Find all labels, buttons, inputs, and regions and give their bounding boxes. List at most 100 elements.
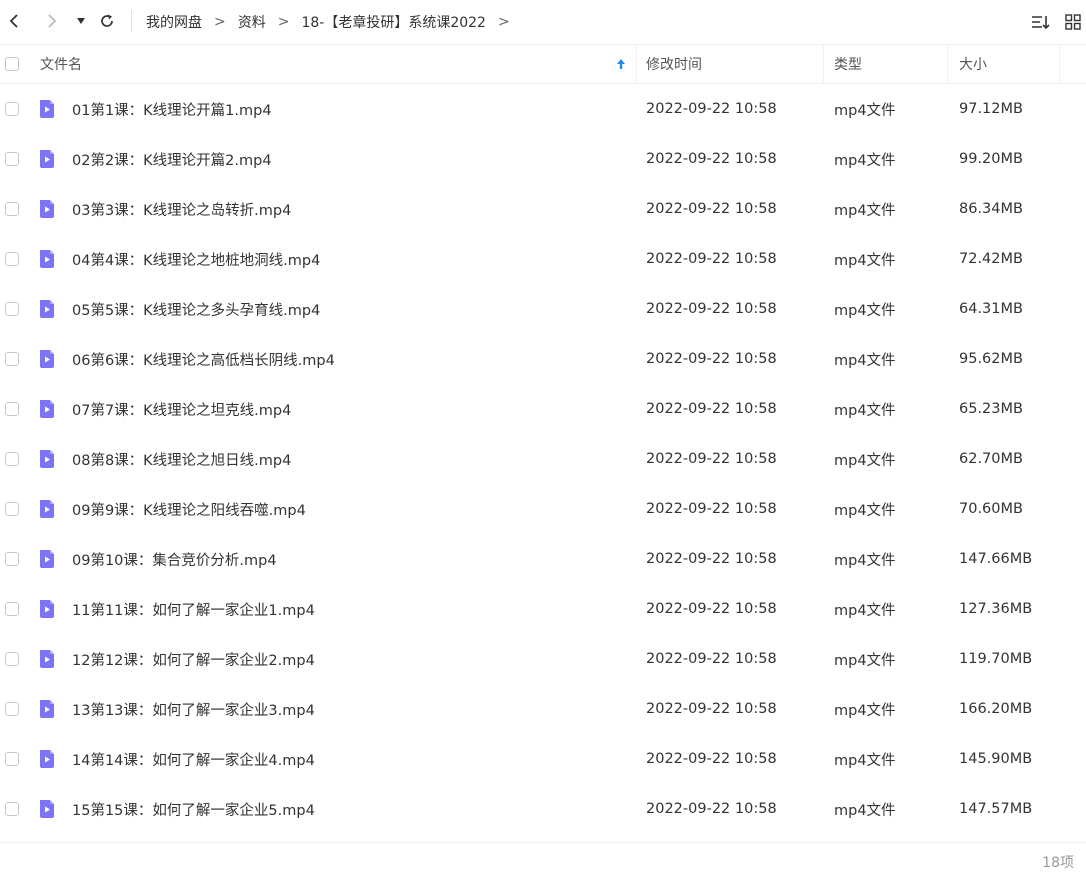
table-row[interactable]: 13第13课：如何了解一家企业3.mp4 2022-09-22 10:58 mp4文… (0, 684, 1086, 734)
video-file-icon (40, 800, 54, 818)
file-type: mp4文件 (834, 802, 896, 819)
file-name[interactable]: 15第15课：如何了解一家企业5.mp4 (72, 784, 315, 834)
file-type: mp4文件 (834, 552, 896, 569)
file-size: 86.34MB (959, 201, 1023, 217)
row-checkbox[interactable] (5, 502, 19, 516)
file-name[interactable]: 01第1课：K线理论开篇1.mp4 (72, 84, 272, 134)
row-checkbox[interactable] (5, 552, 19, 566)
table-row[interactable]: 04第4课：K线理论之地桩地洞线.mp4 2022-09-22 10:58 mp4文… (0, 234, 1086, 284)
table-row[interactable]: 09第9课：K线理论之阳线吞噬.mp4 2022-09-22 10:58 mp4文件… (0, 484, 1086, 534)
video-file-icon (40, 350, 54, 368)
column-header-size[interactable]: 大小 (959, 45, 987, 83)
file-size: 95.62MB (959, 351, 1023, 367)
breadcrumb-item-root[interactable]: 我的网盘 (146, 12, 202, 32)
file-name[interactable]: 06第6课：K线理论之高低档长阴线.mp4 (72, 334, 335, 384)
file-name[interactable]: 02第2课：K线理论开篇2.mp4 (72, 134, 272, 184)
video-file-icon (40, 550, 54, 568)
file-name[interactable]: 03第3课：K线理论之岛转折.mp4 (72, 184, 291, 234)
file-name[interactable]: 11第11课：如何了解一家企业1.mp4 (72, 584, 315, 634)
table-row[interactable]: 08第8课：K线理论之旭日线.mp4 2022-09-22 10:58 mp4文件 6… (0, 434, 1086, 484)
file-type: mp4文件 (834, 352, 896, 369)
refresh-icon (101, 14, 113, 27)
sort-button[interactable] (1030, 10, 1052, 34)
column-header-type[interactable]: 类型 (834, 45, 862, 83)
row-checkbox[interactable] (5, 252, 19, 266)
file-name[interactable]: 09第9课：K线理论之阳线吞噬.mp4 (72, 484, 306, 534)
table-row[interactable]: 05第5课：K线理论之多头孕育线.mp4 2022-09-22 10:58 mp4文… (0, 284, 1086, 334)
file-type: mp4文件 (834, 202, 896, 219)
file-name[interactable]: 09第10课：集合竞价分析.mp4 (72, 534, 277, 584)
file-name[interactable]: 07第7课：K线理论之坦克线.mp4 (72, 384, 291, 434)
breadcrumb-item-current[interactable]: 18-【老章投研】系统课2022 (301, 12, 486, 32)
file-modified-time: 2022-09-22 10:58 (646, 301, 777, 317)
sort-arrow-button[interactable] (616, 45, 626, 83)
file-modified-time: 2022-09-22 10:58 (646, 451, 777, 467)
video-file-icon (40, 450, 54, 468)
file-size: 99.20MB (959, 151, 1023, 167)
row-checkbox[interactable] (5, 152, 19, 166)
history-dropdown[interactable] (74, 8, 88, 34)
column-divider (636, 45, 637, 83)
table-row[interactable]: 12第12课：如何了解一家企业2.mp4 2022-09-22 10:58 mp4文… (0, 634, 1086, 684)
table-row[interactable]: 09第10课：集合竞价分析.mp4 2022-09-22 10:58 mp4文件 14… (0, 534, 1086, 584)
breadcrumb-item-materials[interactable]: 资料 (238, 12, 266, 32)
video-file-icon (40, 200, 54, 218)
file-type: mp4文件 (834, 102, 896, 119)
table-row[interactable]: 01第1课：K线理论开篇1.mp4 2022-09-22 10:58 mp4文件 97… (0, 84, 1086, 134)
row-checkbox[interactable] (5, 752, 19, 766)
item-count: 18项 (1042, 855, 1074, 871)
file-name[interactable]: 04第4课：K线理论之地桩地洞线.mp4 (72, 234, 320, 284)
video-file-icon (40, 400, 54, 418)
file-modified-time: 2022-09-22 10:58 (646, 351, 777, 367)
row-checkbox[interactable] (5, 702, 19, 716)
row-checkbox[interactable] (5, 352, 19, 366)
view-toggle-button[interactable] (1062, 10, 1084, 34)
file-type: mp4文件 (834, 602, 896, 619)
file-size: 70.60MB (959, 501, 1023, 517)
table-row[interactable]: 15第15课：如何了解一家企业5.mp4 2022-09-22 10:58 mp4文… (0, 784, 1086, 834)
file-modified-time: 2022-09-22 10:58 (646, 551, 777, 567)
file-type: mp4文件 (834, 452, 896, 469)
table-row[interactable]: 11第11课：如何了解一家企业1.mp4 2022-09-22 10:58 mp4文… (0, 584, 1086, 634)
file-name[interactable]: 08第8课：K线理论之旭日线.mp4 (72, 434, 291, 484)
file-size: 72.42MB (959, 251, 1023, 267)
table-row[interactable]: 06第6课：K线理论之高低档长阴线.mp4 2022-09-22 10:58 mp4… (0, 334, 1086, 384)
table-row[interactable]: 03第3课：K线理论之岛转折.mp4 2022-09-22 10:58 mp4文件 8… (0, 184, 1086, 234)
column-header-name[interactable]: 文件名 (40, 45, 82, 83)
table-row[interactable]: 02第2课：K线理论开篇2.mp4 2022-09-22 10:58 mp4文件 99… (0, 134, 1086, 184)
select-all-checkbox[interactable] (5, 57, 19, 71)
back-button[interactable] (4, 8, 24, 34)
file-name[interactable]: 13第13课：如何了解一家企业3.mp4 (72, 684, 315, 734)
file-size: 145.90MB (959, 751, 1033, 767)
file-modified-time: 2022-09-22 10:58 (646, 401, 777, 417)
table-row[interactable]: 07第7课：K线理论之坦克线.mp4 2022-09-22 10:58 mp4文件 6… (0, 384, 1086, 434)
forward-button[interactable] (42, 8, 62, 34)
file-size: 147.66MB (959, 551, 1033, 567)
caret-down-icon (77, 18, 85, 24)
file-modified-time: 2022-09-22 10:58 (646, 151, 777, 167)
video-file-icon (40, 250, 54, 268)
row-checkbox[interactable] (5, 102, 19, 116)
row-checkbox[interactable] (5, 802, 19, 816)
file-name[interactable]: 05第5课：K线理论之多头孕育线.mp4 (72, 284, 320, 334)
video-file-icon (40, 300, 54, 318)
row-checkbox[interactable] (5, 302, 19, 316)
row-checkbox[interactable] (5, 602, 19, 616)
refresh-button[interactable] (96, 8, 118, 34)
file-modified-time: 2022-09-22 10:58 (646, 601, 777, 617)
column-divider (823, 45, 824, 83)
chevron-right-icon (48, 14, 57, 28)
row-checkbox[interactable] (5, 402, 19, 416)
table-header: 文件名 修改时间 类型 大小 (0, 44, 1086, 84)
file-name[interactable]: 14第14课：如何了解一家企业4.mp4 (72, 734, 315, 784)
file-type: mp4文件 (834, 152, 896, 169)
table-row[interactable]: 14第14课：如何了解一家企业4.mp4 2022-09-22 10:58 mp4文… (0, 734, 1086, 784)
file-size: 97.12MB (959, 101, 1023, 117)
row-checkbox[interactable] (5, 652, 19, 666)
column-header-modified[interactable]: 修改时间 (646, 45, 702, 83)
row-checkbox[interactable] (5, 202, 19, 216)
row-checkbox[interactable] (5, 452, 19, 466)
file-modified-time: 2022-09-22 10:58 (646, 501, 777, 517)
file-name[interactable]: 12第12课：如何了解一家企业2.mp4 (72, 634, 315, 684)
sort-list-icon (1032, 16, 1050, 30)
